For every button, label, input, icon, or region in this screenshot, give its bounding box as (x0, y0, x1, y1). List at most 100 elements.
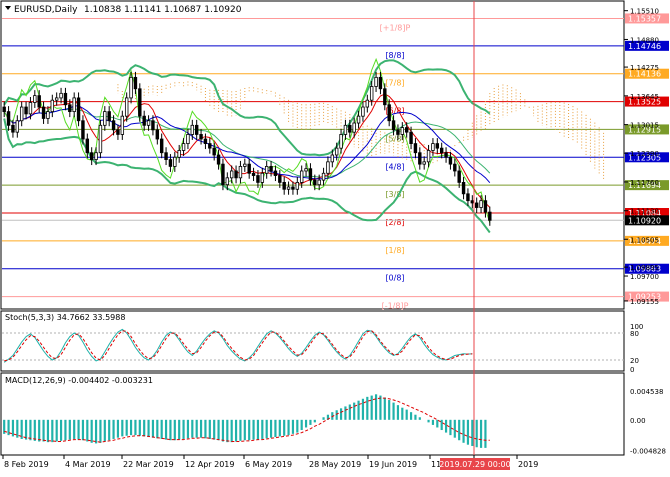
candle-bullish[interactable] (15, 120, 20, 133)
candle-bullish[interactable] (59, 92, 63, 99)
candle-bullish[interactable] (103, 111, 107, 126)
candle-bearish[interactable] (278, 175, 282, 183)
candle-bearish[interactable] (444, 152, 448, 158)
candle-bearish[interactable] (269, 166, 273, 172)
candle-bearish[interactable] (216, 154, 221, 165)
candle-bullish[interactable] (177, 150, 181, 158)
candle-bearish[interactable] (208, 143, 212, 149)
candle-bearish[interactable] (256, 175, 260, 183)
candle-bearish[interactable] (111, 120, 116, 131)
candle-bullish[interactable] (33, 95, 37, 103)
candle-bearish[interactable] (107, 111, 111, 122)
candle-bullish[interactable] (326, 161, 330, 174)
candle-bearish[interactable] (308, 168, 313, 181)
candle-bearish[interactable] (409, 131, 413, 144)
candle-bearish[interactable] (378, 76, 383, 90)
candle-bullish[interactable] (317, 179, 321, 186)
candle-bullish[interactable] (334, 147, 339, 156)
candle-bearish[interactable] (116, 129, 120, 135)
candle-bearish[interactable] (133, 76, 138, 90)
candle-bearish[interactable] (435, 143, 440, 149)
candle-bullish[interactable] (264, 166, 269, 174)
candle-bearish[interactable] (76, 97, 81, 122)
candle-bullish[interactable] (54, 97, 59, 101)
candle-bearish[interactable] (2, 106, 6, 113)
candle-bearish[interactable] (37, 95, 41, 108)
candle-bearish[interactable] (234, 170, 238, 179)
candle-bearish[interactable] (6, 111, 11, 126)
candle-bearish[interactable] (439, 147, 444, 154)
candle-bearish[interactable] (142, 115, 146, 126)
candle-bearish[interactable] (418, 152, 422, 165)
candle-bullish[interactable] (229, 170, 234, 179)
candle-bullish[interactable] (400, 127, 405, 135)
candle-bearish[interactable] (138, 88, 142, 117)
candle-bearish[interactable] (81, 120, 85, 140)
candle-bullish[interactable] (422, 161, 426, 165)
candle-bearish[interactable] (151, 120, 155, 131)
candle-bullish[interactable] (72, 97, 76, 113)
candle-bearish[interactable] (313, 179, 317, 186)
candle-bullish[interactable] (356, 115, 361, 124)
candle-bearish[interactable] (221, 163, 225, 186)
candle-bearish[interactable] (168, 159, 173, 167)
candle-bullish[interactable] (426, 150, 431, 163)
candle-bearish[interactable] (466, 193, 470, 202)
candle-bearish[interactable] (282, 182, 286, 190)
candle-bearish[interactable] (199, 134, 203, 140)
candle-bearish[interactable] (68, 104, 72, 113)
candle-bullish[interactable] (339, 134, 343, 149)
candle-bearish[interactable] (24, 106, 28, 115)
candle-bullish[interactable] (299, 170, 304, 183)
candle-bearish[interactable] (448, 156, 453, 165)
candle-bullish[interactable] (295, 182, 300, 190)
candle-bullish[interactable] (431, 143, 435, 151)
candle-bullish[interactable] (260, 172, 265, 183)
candle-bearish[interactable] (413, 143, 418, 154)
candle-bullish[interactable] (120, 115, 125, 135)
candle-bearish[interactable] (273, 170, 278, 176)
candle-bullish[interactable] (46, 111, 50, 119)
candle-bearish[interactable] (404, 127, 409, 133)
candle-bullish[interactable] (50, 99, 55, 113)
candle-bullish[interactable] (124, 97, 129, 117)
candle-bearish[interactable] (89, 152, 94, 160)
candle-bullish[interactable] (19, 106, 24, 122)
candle-bullish[interactable] (129, 76, 133, 99)
candle-bullish[interactable] (173, 156, 177, 167)
candle-bearish[interactable] (348, 124, 352, 133)
candle-bearish[interactable] (247, 163, 251, 174)
candle-bullish[interactable] (365, 99, 370, 108)
candle-bullish[interactable] (361, 106, 365, 117)
candle-bullish[interactable] (369, 86, 374, 101)
candle-bearish[interactable] (212, 147, 216, 156)
candle-bullish[interactable] (343, 124, 348, 135)
candle-bullish[interactable] (330, 154, 335, 163)
candle-bearish[interactable] (155, 129, 160, 140)
candle-bullish[interactable] (321, 172, 326, 181)
trading-chart[interactable]: [+1/8]P1.15357[8/8]1.14746[7/8]1.14136[6… (0, 0, 670, 477)
candle-bearish[interactable] (251, 172, 256, 176)
candle-bullish[interactable] (352, 122, 356, 133)
candle-bearish[interactable] (63, 92, 68, 106)
candle-bearish[interactable] (164, 152, 168, 160)
candle-bearish[interactable] (291, 186, 295, 190)
candle-bullish[interactable] (304, 168, 308, 172)
candle-bearish[interactable] (470, 200, 475, 204)
candle-bearish[interactable] (387, 104, 391, 122)
candle-bearish[interactable] (474, 202, 479, 208)
candle-bullish[interactable] (374, 76, 378, 87)
candle-bullish[interactable] (190, 124, 195, 135)
candle-bullish[interactable] (225, 177, 230, 186)
candle-bearish[interactable] (41, 106, 46, 119)
candle-bullish[interactable] (186, 134, 190, 144)
candle-bearish[interactable] (453, 163, 457, 172)
candle-bearish[interactable] (483, 200, 488, 213)
candle-bullish[interactable] (28, 102, 33, 115)
candle-bearish[interactable] (383, 88, 387, 106)
candle-bullish[interactable] (479, 200, 483, 208)
candle-bullish[interactable] (286, 186, 291, 190)
candle-bullish[interactable] (94, 152, 98, 160)
candle-bullish[interactable] (238, 166, 243, 179)
candle-bearish[interactable] (194, 124, 199, 135)
